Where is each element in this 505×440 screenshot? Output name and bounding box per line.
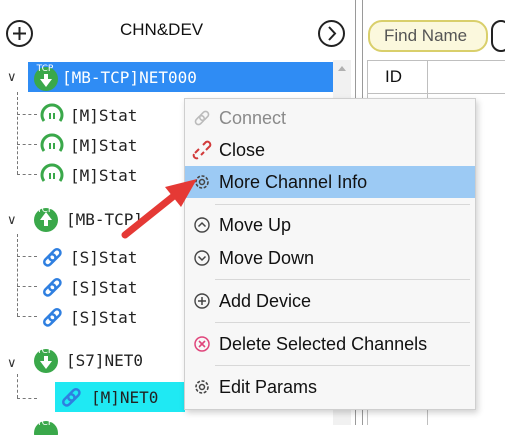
menu-separator [215, 279, 470, 280]
menu-item-label: Add Device [219, 290, 312, 311]
menu-item-label: Connect [219, 107, 287, 128]
link-icon [62, 388, 81, 407]
signal-icon [40, 103, 64, 122]
link-icon [185, 108, 219, 128]
menu-item-more-channel-info[interactable]: More Channel Info [185, 166, 475, 198]
menu-item-label: Move Up [219, 214, 292, 235]
svg-text:TCP: TCP [36, 418, 54, 428]
menu-separator [215, 365, 470, 366]
tcp-channel-icon: TCP [31, 344, 61, 379]
tree-connector [17, 144, 37, 145]
grid-line [367, 60, 505, 61]
station-label: [M]Stat [70, 135, 138, 155]
tree-row-channel[interactable]: [MB-TCP]NET000 [28, 62, 333, 92]
tree-connector [17, 92, 18, 174]
partial-button[interactable] [491, 20, 505, 52]
menu-item-move-down[interactable]: Move Down [185, 242, 475, 274]
tree-connector [17, 174, 37, 175]
plus-icon [13, 27, 26, 40]
svg-text:TCP: TCP [36, 346, 54, 356]
chevron-right-icon [328, 26, 337, 41]
menu-item-label: Delete Selected Channels [219, 333, 428, 354]
tcp-channel-icon: TCP [31, 415, 61, 440]
menu-item-edit-params[interactable]: Edit Params [185, 371, 475, 403]
tree-connector [17, 398, 37, 399]
station-label: [S]Stat [70, 277, 138, 297]
gear-icon [185, 377, 219, 397]
menu-separator [215, 204, 470, 205]
arrow-down-circle-icon [185, 248, 219, 268]
chevron-down-icon[interactable]: ∨ [7, 212, 17, 228]
menu-item-move-up[interactable]: Move Up [185, 209, 475, 241]
station-label: [M]NET0 [91, 387, 159, 407]
menu-separator [215, 322, 470, 323]
menu-item-label: Move Down [219, 247, 315, 268]
channel-label: [S7]NET0 [66, 350, 144, 370]
panel-title: CHN&DEV [120, 20, 204, 39]
context-menu: Connect Close More Channel Info Move Up … [184, 98, 476, 410]
tcp-channel-icon: TCP [31, 62, 61, 97]
station-label: [M]Stat [70, 105, 138, 125]
scroll-up-icon [338, 66, 346, 71]
find-name-button[interactable]: Find Name [368, 20, 488, 52]
broken-link-icon [185, 140, 219, 160]
plus-circle-icon [185, 291, 219, 311]
tree-row-station[interactable]: [M]NET0 [55, 382, 185, 412]
menu-item-label: Edit Params [219, 376, 318, 397]
menu-item-add-device[interactable]: Add Device [185, 285, 475, 317]
signal-icon [40, 133, 64, 152]
menu-item-label: Close [219, 139, 266, 160]
tree-row-station[interactable]: [S]Stat [38, 302, 188, 332]
station-label: [S]Stat [70, 307, 138, 327]
tree-connector [17, 374, 18, 398]
tree-row-station[interactable]: [M]Stat [38, 100, 188, 130]
link-icon [43, 278, 62, 297]
svg-text:TCP: TCP [36, 205, 54, 215]
tree-row-channel[interactable]: [S7]NET0 [66, 345, 186, 375]
chevron-down-icon[interactable]: ∨ [7, 69, 17, 85]
menu-item-connect[interactable]: Connect [185, 102, 475, 134]
link-icon [43, 308, 62, 327]
station-label: [S]Stat [70, 247, 138, 267]
svg-text:TCP: TCP [36, 64, 54, 74]
annotation-arrow [121, 179, 197, 239]
tree-connector [17, 286, 37, 287]
grid-line [367, 93, 505, 94]
signal-icon [40, 163, 64, 182]
tree-row-station[interactable]: [S]Stat [38, 272, 188, 302]
expand-panel-button[interactable] [318, 20, 345, 47]
menu-item-close[interactable]: Close [185, 134, 475, 166]
tree-connector [17, 256, 37, 257]
tree-connector [17, 316, 37, 317]
link-icon [43, 248, 62, 267]
x-circle-icon [185, 334, 219, 354]
tree-row-station[interactable]: [S]Stat [38, 242, 188, 272]
menu-item-label: More Channel Info [219, 171, 368, 192]
tcp-channel-icon: TCP [31, 203, 61, 238]
add-channel-button[interactable] [6, 20, 33, 47]
chevron-down-icon[interactable]: ∨ [7, 355, 17, 371]
grid-header-id: ID [385, 67, 402, 86]
tree-connector [17, 234, 18, 316]
channel-label: [MB-TCP]NET000 [62, 67, 197, 87]
tree-connector [17, 114, 37, 115]
menu-item-delete-selected-channels[interactable]: Delete Selected Channels [185, 328, 475, 360]
tree-row-station[interactable]: [M]Stat [38, 130, 188, 160]
